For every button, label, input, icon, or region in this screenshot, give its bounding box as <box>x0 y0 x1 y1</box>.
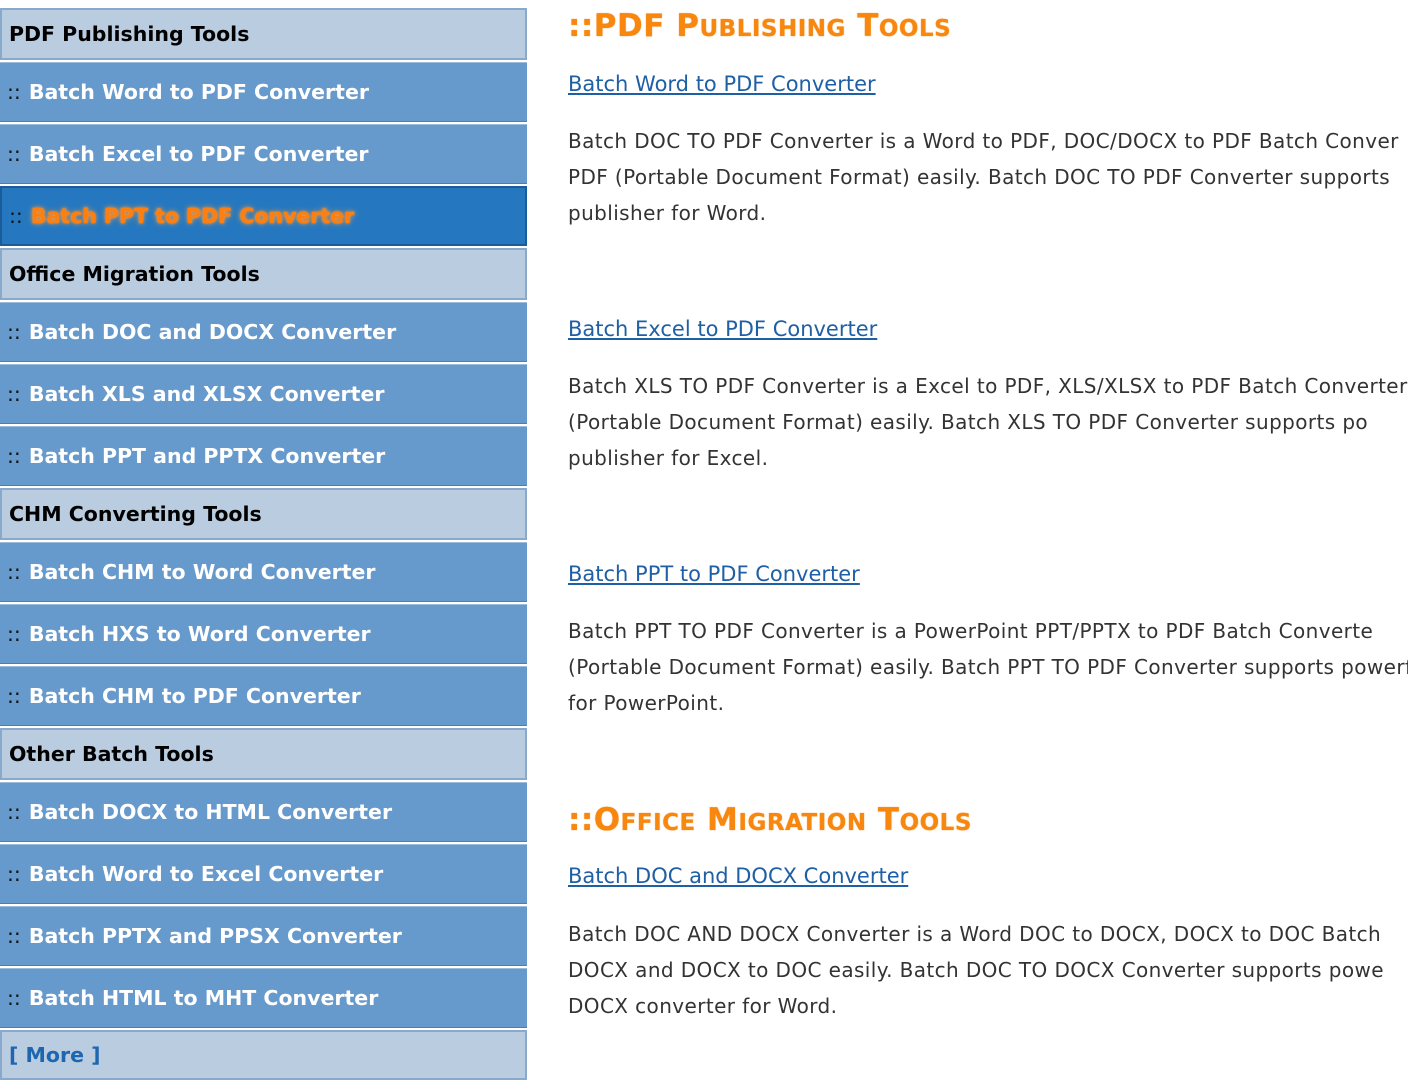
product-description: Batch DOC AND DOCX Converter is a Word D… <box>568 916 1408 1024</box>
product-link-batch-excel-to-pdf[interactable]: Batch Excel to PDF Converter <box>568 317 877 341</box>
sidebar-header-other-batch: Other Batch Tools <box>0 728 527 780</box>
title-cap: O <box>593 802 621 838</box>
separator: :: <box>7 862 21 886</box>
sidebar-header-pdf-publishing: PDF Publishing Tools <box>0 8 527 60</box>
title-rest: FFICE <box>620 810 696 836</box>
sidebar-item-batch-html-to-mht[interactable]: :: Batch HTML to MHT Converter <box>0 968 527 1028</box>
separator: :: <box>7 382 21 406</box>
sidebar-item-batch-word-to-excel[interactable]: :: Batch Word to Excel Converter <box>0 844 527 904</box>
sidebar-item-batch-ppt-pptx[interactable]: :: Batch PPT and PPTX Converter <box>0 426 527 486</box>
separator: :: <box>7 924 21 948</box>
sidebar-item-batch-chm-to-pdf[interactable]: :: Batch CHM to PDF Converter <box>0 666 527 726</box>
title-cap: P <box>676 8 700 44</box>
sidebar-item-batch-xls-xlsx[interactable]: :: Batch XLS and XLSX Converter <box>0 364 527 424</box>
section-title-office-migration: ::OFFICE MIGRATION TOOLS <box>568 802 972 838</box>
sidebar-item-label: Batch PPT and PPTX Converter <box>28 444 386 468</box>
title-rest: IGRATION <box>738 810 867 836</box>
separator: :: <box>7 80 21 104</box>
sidebar-item-label: Batch CHM to Word Converter <box>28 560 376 584</box>
sidebar-item-label: Batch PPT to PDF Converter <box>30 204 355 228</box>
main-content: ::PDF PUBLISHING TOOLS Batch Word to PDF… <box>568 0 1408 1086</box>
description-line: PDF (Portable Document Format) easily. B… <box>568 165 1391 189</box>
sidebar-item-label: Batch CHM to PDF Converter <box>28 684 361 708</box>
title-cap: T <box>877 802 900 838</box>
product-link-batch-ppt-to-pdf[interactable]: Batch PPT to PDF Converter <box>568 562 860 586</box>
title-prefix: :: <box>568 8 594 44</box>
more-link[interactable]: [ More ] <box>0 1030 527 1080</box>
title-rest: UBLISHING <box>699 16 846 42</box>
title-cap: M <box>707 802 739 838</box>
description-line: Batch PPT TO PDF Converter is a PowerPoi… <box>568 619 1374 643</box>
title-rest: DF <box>617 8 665 44</box>
sidebar-item-label: Batch HXS to Word Converter <box>28 622 371 646</box>
description-line: (Portable Document Format) easily. Batch… <box>568 410 1369 434</box>
separator: :: <box>7 684 21 708</box>
separator: :: <box>7 320 21 344</box>
product-link-batch-word-to-pdf[interactable]: Batch Word to PDF Converter <box>568 72 876 96</box>
title-prefix: :: <box>568 802 594 838</box>
sidebar-item-label: Batch Word to PDF Converter <box>28 80 369 104</box>
separator: :: <box>7 560 21 584</box>
separator: :: <box>7 622 21 646</box>
section-title-pdf-publishing: ::PDF PUBLISHING TOOLS <box>568 8 951 44</box>
product-link-batch-doc-and-docx[interactable]: Batch DOC and DOCX Converter <box>568 864 908 888</box>
sidebar-item-batch-ppt-to-pdf[interactable]: :: Batch PPT to PDF Converter <box>0 186 527 246</box>
description-line: publisher for Excel. <box>568 446 769 470</box>
title-rest: OOLS <box>899 810 972 836</box>
description-line: Batch DOC AND DOCX Converter is a Word D… <box>568 922 1382 946</box>
title-rest: OOLS <box>878 16 952 42</box>
sidebar-item-batch-chm-to-word[interactable]: :: Batch CHM to Word Converter <box>0 542 527 602</box>
sidebar-header-chm-converting: CHM Converting Tools <box>0 488 527 540</box>
description-line: publisher for Word. <box>568 201 767 225</box>
sidebar-item-label: Batch PPTX and PPSX Converter <box>28 924 402 948</box>
separator: :: <box>7 986 21 1010</box>
separator: :: <box>7 800 21 824</box>
separator: :: <box>7 444 21 468</box>
separator: :: <box>9 204 23 228</box>
title-cap: T <box>857 8 879 44</box>
sidebar-item-batch-docx-to-html[interactable]: :: Batch DOCX to HTML Converter <box>0 782 527 842</box>
sidebar-item-label: Batch DOCX to HTML Converter <box>28 800 393 824</box>
product-description: Batch DOC TO PDF Converter is a Word to … <box>568 123 1408 231</box>
separator: :: <box>7 142 21 166</box>
title-cap: P <box>593 8 618 44</box>
description-line: Batch DOC TO PDF Converter is a Word to … <box>568 129 1399 153</box>
sidebar-item-label: Batch XLS and XLSX Converter <box>28 382 385 406</box>
sidebar-nav: PDF Publishing Tools :: Batch Word to PDF… <box>0 0 530 1086</box>
sidebar-item-batch-excel-to-pdf[interactable]: :: Batch Excel to PDF Converter <box>0 124 527 184</box>
description-line: Batch XLS TO PDF Converter is a Excel to… <box>568 374 1408 398</box>
sidebar-item-batch-hxs-to-word[interactable]: :: Batch HXS to Word Converter <box>0 604 527 664</box>
description-line: for PowerPoint. <box>568 691 725 715</box>
sidebar-item-label: Batch HTML to MHT Converter <box>28 986 379 1010</box>
description-line: DOCX and DOCX to DOC easily. Batch DOC T… <box>568 958 1384 982</box>
product-description: Batch XLS TO PDF Converter is a Excel to… <box>568 368 1408 476</box>
product-description: Batch PPT TO PDF Converter is a PowerPoi… <box>568 613 1408 721</box>
sidebar-item-label: Batch DOC and DOCX Converter <box>28 320 397 344</box>
description-line: (Portable Document Format) easily. Batch… <box>568 655 1408 679</box>
sidebar-item-label: Batch Excel to PDF Converter <box>28 142 369 166</box>
description-line: DOCX converter for Word. <box>568 994 838 1018</box>
sidebar-item-batch-word-to-pdf[interactable]: :: Batch Word to PDF Converter <box>0 62 527 122</box>
sidebar-item-batch-pptx-ppsx[interactable]: :: Batch PPTX and PPSX Converter <box>0 906 527 966</box>
sidebar-item-batch-doc-docx[interactable]: :: Batch DOC and DOCX Converter <box>0 302 527 362</box>
sidebar-header-office-migration: Office Migration Tools <box>0 248 527 300</box>
sidebar-item-label: Batch Word to Excel Converter <box>28 862 384 886</box>
